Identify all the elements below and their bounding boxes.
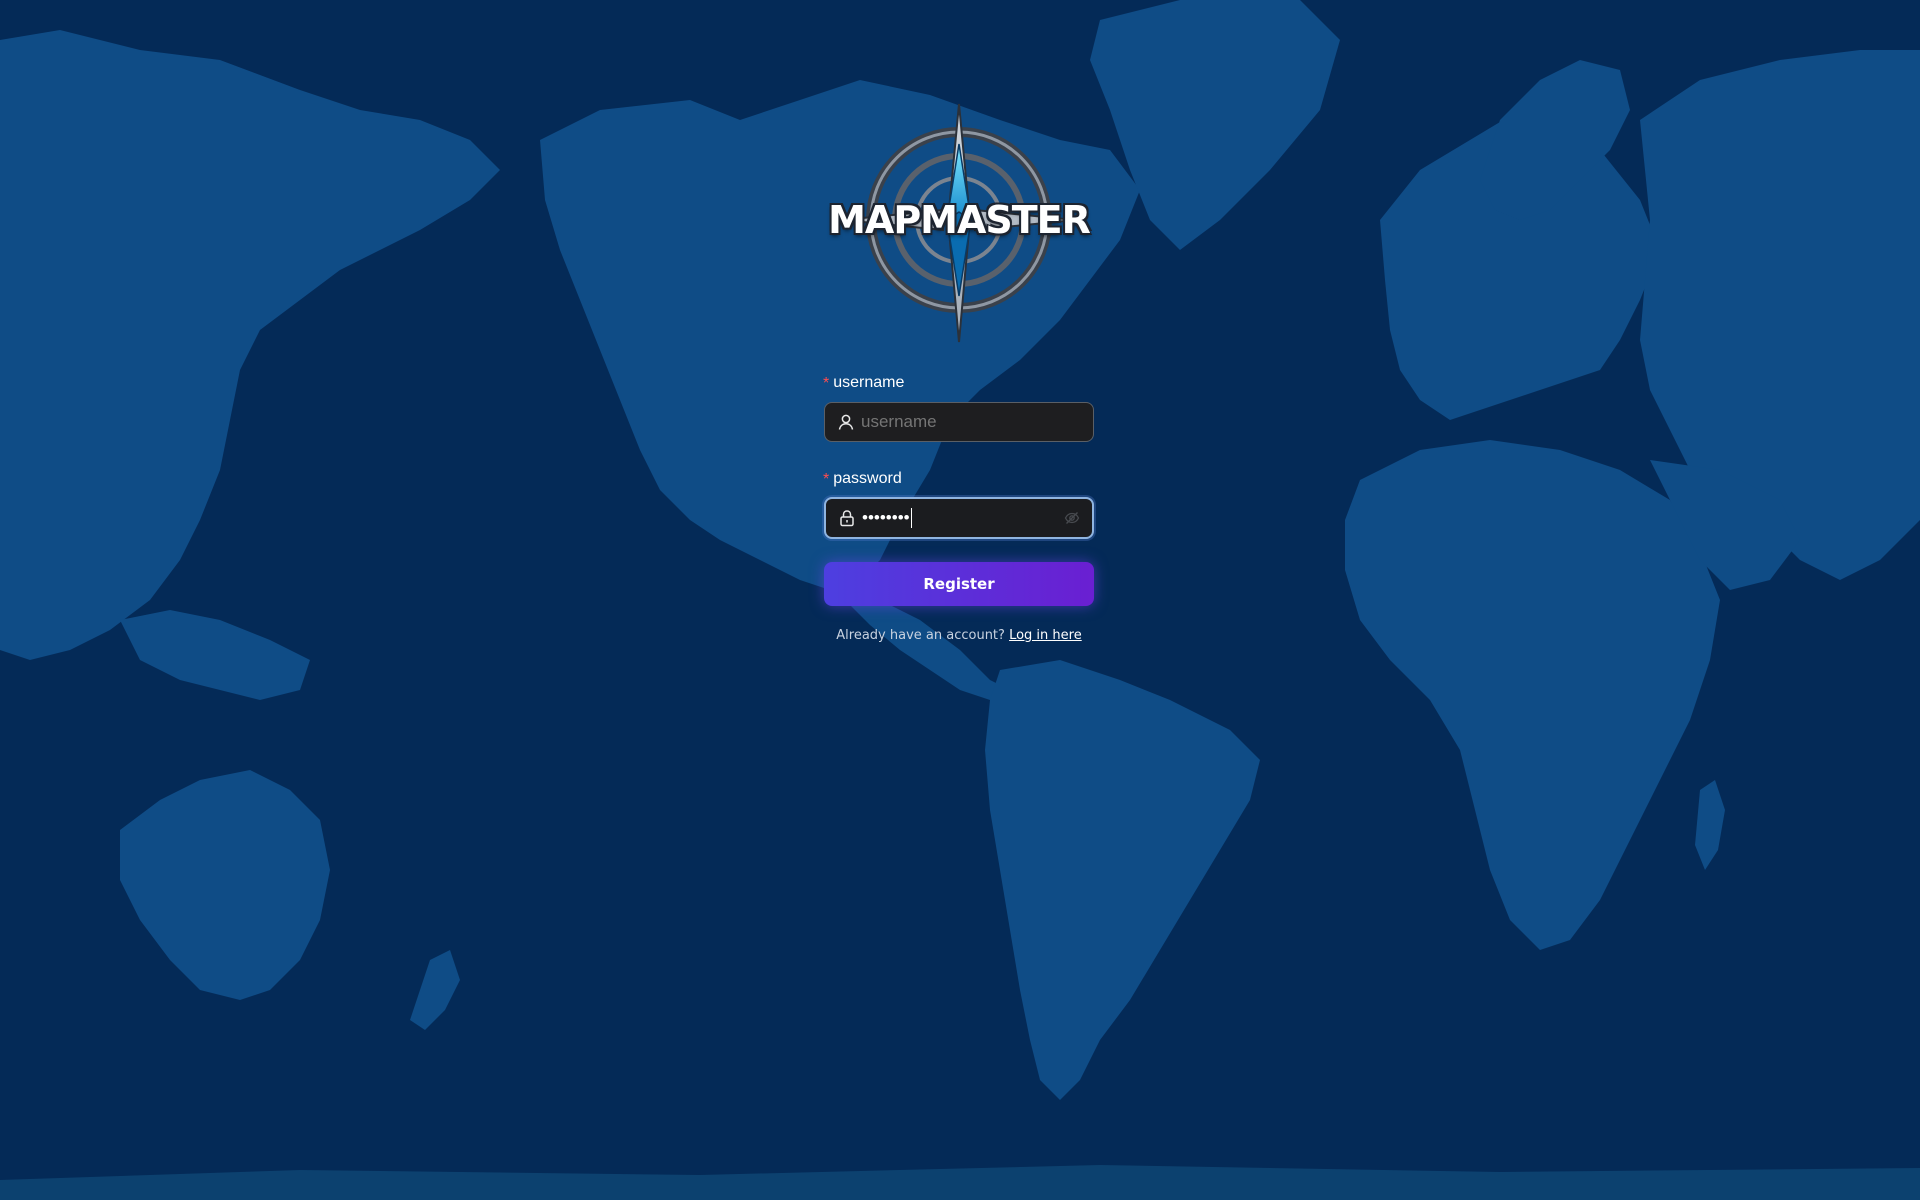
password-input[interactable]: •••••••• <box>862 508 1064 528</box>
username-input[interactable] <box>861 403 1093 441</box>
logo-wordmark: MAPMASTER <box>828 198 1091 242</box>
password-label: * password <box>823 468 902 489</box>
australia-landmass <box>120 770 330 1000</box>
asia-west-landmass <box>0 30 500 660</box>
africa-landmass <box>1345 440 1720 950</box>
register-button[interactable]: Register <box>824 562 1094 606</box>
user-icon <box>838 414 854 430</box>
login-link[interactable]: Log in here <box>1009 628 1082 643</box>
username-field[interactable] <box>824 402 1094 442</box>
lock-icon <box>840 510 854 527</box>
eye-slash-icon[interactable] <box>1064 510 1080 526</box>
antarctica-landmass <box>0 1165 1920 1200</box>
madagascar-landmass <box>1695 780 1725 870</box>
new-zealand-landmass <box>410 950 460 1030</box>
login-prompt-text: Already have an account? <box>836 628 1005 643</box>
password-label-text: password <box>833 469 902 487</box>
south-america-landmass <box>985 660 1260 1100</box>
indonesia-landmass <box>120 610 310 700</box>
required-mark: * <box>823 471 830 488</box>
login-prompt: Already have an account? Log in here <box>823 628 1095 643</box>
username-label-text: username <box>833 373 905 391</box>
username-label: * username <box>823 372 904 393</box>
password-field[interactable]: •••••••• <box>824 497 1094 539</box>
password-masked-value: •••••••• <box>862 508 910 527</box>
text-caret <box>910 508 912 528</box>
required-mark: * <box>823 375 830 392</box>
